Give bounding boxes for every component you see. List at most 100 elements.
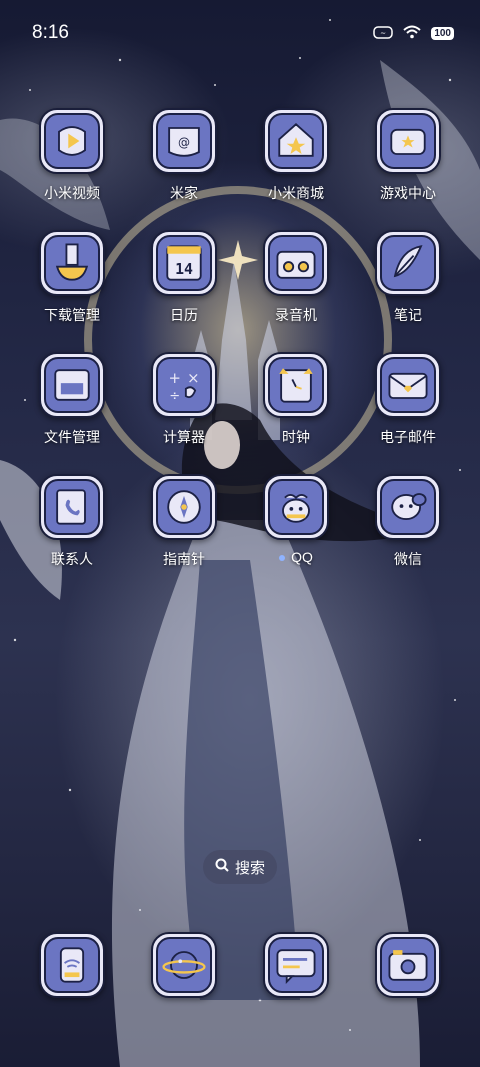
app-home-control[interactable]: @ 米家 <box>128 108 240 203</box>
app-label: 微信 <box>352 549 464 569</box>
game-console-icon <box>380 113 436 169</box>
app-video-player[interactable]: 小米视频 <box>16 108 128 203</box>
app-qq-penguin[interactable]: QQ <box>240 474 352 565</box>
compass-icon <box>156 479 212 535</box>
dock-planet-browser[interactable] <box>128 932 240 998</box>
battery-level: 100 <box>431 27 454 40</box>
app-label-text: 下载管理 <box>44 307 100 323</box>
app-icon-frame <box>39 352 105 418</box>
app-label: 小米商城 <box>240 183 352 203</box>
app-icon-frame: + × ÷ <box>151 352 217 418</box>
app-label: 联系人 <box>16 549 128 569</box>
app-icon-frame <box>263 474 329 540</box>
calculator-icon: + × ÷ <box>156 357 212 413</box>
app-label: 小米视频 <box>16 183 128 203</box>
app-radio-recorder[interactable]: 录音机 <box>240 230 352 325</box>
app-calendar[interactable]: 14 日历 <box>128 230 240 325</box>
app-label-text: 日历 <box>170 307 198 323</box>
app-icon-frame <box>375 230 441 296</box>
clock-time: 8:16 <box>32 22 69 43</box>
svg-text:÷: ÷ <box>169 389 180 404</box>
app-icon-frame <box>375 932 441 998</box>
camera-icon <box>380 937 436 993</box>
app-label: 电子邮件 <box>352 427 464 447</box>
app-label-text: 文件管理 <box>44 429 100 445</box>
app-icon-frame <box>263 230 329 296</box>
chat-bubbles-icon <box>380 479 436 535</box>
app-calculator[interactable]: + × ÷ 计算器 <box>128 352 240 447</box>
app-icon-frame <box>151 474 217 540</box>
app-download[interactable]: 下载管理 <box>16 230 128 325</box>
app-label: 下载管理 <box>16 305 128 325</box>
video-player-icon <box>44 113 100 169</box>
app-icon-frame <box>263 352 329 418</box>
app-label-text: 录音机 <box>275 307 317 323</box>
wifi-icon <box>403 24 421 43</box>
app-icon-frame <box>39 108 105 174</box>
app-label: 文件管理 <box>16 427 128 447</box>
app-label: 计算器 <box>128 427 240 447</box>
download-icon <box>44 235 100 291</box>
qq-penguin-icon <box>268 479 324 535</box>
app-icon-frame <box>375 108 441 174</box>
status-icons: ~ 100 <box>373 24 454 43</box>
app-label-text: 微信 <box>394 551 422 567</box>
new-install-dot <box>279 555 286 562</box>
app-label-text: 小米视频 <box>44 185 100 201</box>
app-label-text: 电子邮件 <box>380 429 436 445</box>
app-label-text: 联系人 <box>51 551 93 567</box>
app-icon-frame: 14 <box>151 230 217 296</box>
app-label: 笔记 <box>352 305 464 325</box>
app-label: 米家 <box>128 183 240 203</box>
app-label-text: 游戏中心 <box>380 185 436 201</box>
battery-icon: 100 <box>431 27 454 40</box>
app-envelope[interactable]: 电子邮件 <box>352 352 464 447</box>
app-label: 时钟 <box>240 427 352 447</box>
message-icon <box>268 937 324 993</box>
status-bar: 8:16 ~ 100 <box>0 0 480 64</box>
calendar-icon: 14 <box>156 235 212 291</box>
app-clock[interactable]: 时钟 <box>240 352 352 447</box>
dock-camera[interactable] <box>352 932 464 998</box>
app-store-house[interactable]: 小米商城 <box>240 108 352 203</box>
store-house-icon <box>268 113 324 169</box>
app-label: 日历 <box>128 305 240 325</box>
app-icon-frame <box>375 352 441 418</box>
app-icon-frame: @ <box>151 108 217 174</box>
app-icon-frame <box>39 230 105 296</box>
folder-icon <box>44 357 100 413</box>
svg-text:+: + <box>168 369 180 387</box>
app-label-text: 时钟 <box>282 429 310 445</box>
search-button[interactable]: 搜索 <box>203 850 277 884</box>
search-icon <box>215 858 229 876</box>
feather-pen-icon <box>380 235 436 291</box>
app-chat-bubbles[interactable]: 微信 <box>352 474 464 569</box>
app-label-text: 笔记 <box>394 307 422 323</box>
radio-recorder-icon <box>268 235 324 291</box>
dock-message[interactable] <box>240 932 352 998</box>
app-label-text: 米家 <box>170 185 198 201</box>
notification-icon: ~ <box>373 24 394 43</box>
app-label: 指南针 <box>128 549 240 569</box>
app-feather-pen[interactable]: 笔记 <box>352 230 464 325</box>
calendar-day: 14 <box>175 260 193 278</box>
app-label-text: 小米商城 <box>268 185 324 201</box>
app-icon-frame <box>151 932 217 998</box>
contact-book-icon <box>44 479 100 535</box>
app-icon-frame <box>263 932 329 998</box>
dock-phone-walkie[interactable] <box>16 932 128 998</box>
app-contact-book[interactable]: 联系人 <box>16 474 128 569</box>
app-folder[interactable]: 文件管理 <box>16 352 128 447</box>
planet-browser-icon <box>156 937 212 993</box>
search-label: 搜索 <box>234 859 265 877</box>
app-icon-frame <box>39 474 105 540</box>
app-icon-frame <box>375 474 441 540</box>
app-icon-frame <box>263 108 329 174</box>
app-icon-frame <box>39 932 105 998</box>
app-label: QQ <box>240 549 352 565</box>
app-label-text: 计算器 <box>163 429 205 445</box>
app-compass[interactable]: 指南针 <box>128 474 240 569</box>
svg-text:@: @ <box>178 136 190 150</box>
app-label: 录音机 <box>240 305 352 325</box>
app-game-console[interactable]: 游戏中心 <box>352 108 464 203</box>
